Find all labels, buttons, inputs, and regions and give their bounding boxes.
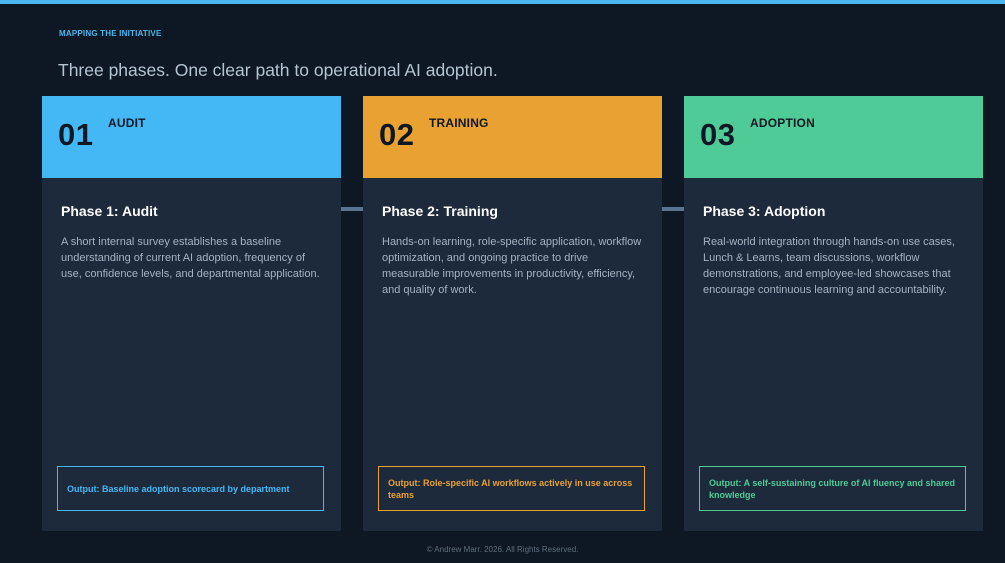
phase-output-text: Output: Role-specific AI workflows activ… bbox=[388, 477, 633, 500]
phase-card-training: 02 TRAINING Phase 2: Training Hands-on l… bbox=[363, 96, 662, 531]
top-accent-bar bbox=[0, 0, 1005, 4]
phase-number: 02 bbox=[379, 117, 415, 152]
phase-connector bbox=[341, 207, 363, 211]
page-headline: Three phases. One clear path to operatio… bbox=[58, 60, 498, 80]
phase-output-box: Output: Baseline adoption scorecard by d… bbox=[57, 466, 324, 511]
phase-description: Hands-on learning, role-specific applica… bbox=[382, 236, 642, 296]
phase-card-header: 03 ADOPTION bbox=[684, 96, 983, 178]
phase-number: 01 bbox=[58, 117, 94, 152]
phase-card-header: 01 AUDIT bbox=[42, 96, 341, 178]
phase-title: Phase 1: Audit bbox=[61, 203, 158, 219]
section-eyebrow: MAPPING THE INITIATIVE bbox=[59, 29, 162, 38]
phase-connector bbox=[662, 207, 684, 211]
phase-output-box: Output: Role-specific AI workflows activ… bbox=[378, 466, 645, 511]
phase-tag: AUDIT bbox=[108, 116, 146, 130]
phase-description: A short internal survey establishes a ba… bbox=[61, 236, 320, 280]
phase-title: Phase 3: Adoption bbox=[703, 203, 826, 219]
phase-tag: ADOPTION bbox=[750, 116, 815, 130]
phase-card-adoption: 03 ADOPTION Phase 3: Adoption Real-world… bbox=[684, 96, 983, 531]
copyright-footer: © Andrew Marr. 2026. All Rights Reserved… bbox=[426, 545, 579, 554]
phase-output-box: Output: A self-sustaining culture of AI … bbox=[699, 466, 966, 511]
phase-description: Real-world integration through hands-on … bbox=[703, 236, 955, 296]
phase-number: 03 bbox=[700, 117, 736, 152]
phase-output-text: Output: A self-sustaining culture of AI … bbox=[709, 477, 956, 500]
phase-card-header: 02 TRAINING bbox=[363, 96, 662, 178]
phase-card-audit: 01 AUDIT Phase 1: Audit A short internal… bbox=[42, 96, 341, 531]
phase-title: Phase 2: Training bbox=[382, 203, 498, 219]
phase-output-text: Output: Baseline adoption scorecard by d… bbox=[67, 483, 290, 494]
phase-tag: TRAINING bbox=[429, 116, 489, 130]
